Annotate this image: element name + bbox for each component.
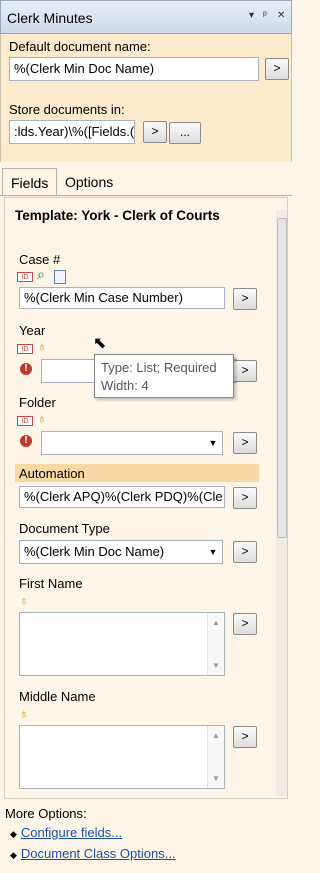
first-name-label: First Name (19, 576, 83, 591)
document-type-combobox[interactable]: %(Clerk Min Doc Name) ▼ (19, 540, 223, 564)
chevron-down-icon[interactable]: ▼ (204, 432, 222, 454)
scrollbar-thumb[interactable] (277, 218, 287, 538)
more-options-label: More Options: (5, 806, 87, 821)
tooltip-width: Width: 4 (101, 378, 149, 393)
tab-divider (0, 195, 292, 196)
browse-button[interactable]: ... (169, 122, 201, 144)
default-doc-name-label: Default document name: (9, 39, 151, 54)
field-tooltip: Type: List; Required Width: 4 (94, 354, 234, 398)
middle-name-button[interactable]: > (233, 726, 257, 748)
textarea-scrollbar[interactable]: ▲ ▼ (207, 726, 224, 788)
year-label: Year (19, 323, 46, 338)
automation-label: Automation (19, 466, 85, 481)
year-button[interactable]: > (233, 360, 257, 382)
required-icon: ! (20, 363, 32, 375)
chevron-down-icon[interactable]: ▼ (204, 541, 222, 563)
middle-name-textarea[interactable]: ▲ ▼ (19, 725, 225, 789)
panel-scrollbar[interactable] (276, 210, 287, 796)
tooltip-type: Type: List; Required (101, 360, 217, 375)
tab-strip: Fields Options (0, 162, 292, 196)
document-settings-area: Default document name: %(Clerk Min Doc N… (0, 34, 292, 162)
configure-fields-link[interactable]: Configure fields... (21, 825, 122, 840)
tab-fields[interactable]: Fields (2, 168, 58, 196)
lookup-icon[interactable]: ♁ (35, 411, 49, 426)
scroll-down-icon[interactable]: ▼ (212, 774, 220, 783)
document-type-value: %(Clerk Min Doc Name) (24, 544, 165, 559)
tab-options[interactable]: Options (57, 168, 121, 196)
middle-name-label: Middle Name (19, 689, 96, 704)
configure-fields-row: ◆ Configure fields... (10, 825, 122, 840)
bullet-icon: ◆ (10, 850, 17, 860)
id-field-icon: ID (17, 416, 33, 426)
document-type-label: Document Type (19, 521, 110, 536)
case-number-label: Case # (19, 252, 61, 267)
id-field-icon: ID (17, 272, 33, 282)
scroll-down-icon[interactable]: ▼ (212, 661, 220, 670)
automation-button[interactable]: > (233, 487, 257, 509)
store-docs-arrow-button[interactable]: > (143, 121, 167, 143)
scroll-up-icon[interactable]: ▲ (212, 618, 220, 627)
first-name-button[interactable]: > (233, 613, 257, 635)
dropdown-menu-icon[interactable]: ▾ (249, 10, 254, 21)
close-icon[interactable]: ✕ (277, 10, 285, 21)
case-number-button[interactable]: > (233, 288, 257, 310)
first-name-textarea[interactable]: ▲ ▼ (19, 612, 225, 676)
default-doc-name-button[interactable]: > (265, 58, 289, 80)
document-class-options-row: ◆ Document Class Options... (10, 846, 176, 861)
store-docs-label: Store documents in: (9, 102, 125, 117)
textarea-scrollbar[interactable]: ▲ ▼ (207, 613, 224, 675)
document-type-button[interactable]: > (233, 541, 257, 563)
required-icon: ! (20, 435, 32, 447)
fields-panel: Template: York - Clerk of Courts Case # … (4, 197, 288, 799)
search-icon[interactable]: ⌕ (34, 267, 48, 282)
id-field-icon: ID (17, 344, 33, 354)
store-docs-input[interactable]: :lds.Year)\%([Fields.( (9, 120, 135, 144)
mouse-cursor-icon: ⬉ (93, 335, 107, 352)
bullet-icon: ◆ (10, 829, 17, 839)
pin-icon[interactable]: ᵖ (263, 10, 267, 21)
scroll-up-icon[interactable]: ▲ (212, 731, 220, 740)
folder-label: Folder (19, 395, 56, 410)
pane-title: Clerk Minutes (7, 10, 93, 26)
folder-button[interactable]: > (233, 432, 257, 454)
pane-title-bar: Clerk Minutes ▾ ᵖ ✕ (0, 0, 292, 34)
folder-combobox[interactable]: ▼ (41, 431, 223, 455)
lookup-icon[interactable]: ♁ (17, 593, 31, 608)
case-number-input[interactable]: %(Clerk Min Case Number) (19, 287, 225, 309)
document-icon[interactable] (54, 270, 66, 284)
automation-input[interactable]: %(Clerk APQ)%(Clerk PDQ)%(Cle (19, 486, 225, 508)
template-title: Template: York - Clerk of Courts (15, 208, 220, 223)
document-class-options-link[interactable]: Document Class Options... (21, 846, 176, 861)
default-doc-name-input[interactable]: %(Clerk Min Doc Name) (9, 57, 259, 81)
lookup-icon[interactable]: ♁ (17, 706, 31, 721)
lookup-icon[interactable]: ♁ (35, 339, 49, 354)
